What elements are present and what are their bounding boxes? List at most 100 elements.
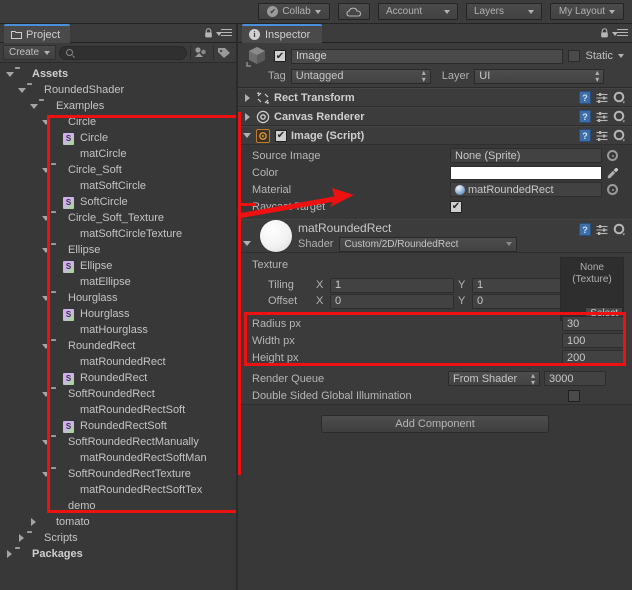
render-queue-value-field[interactable]: 3000 <box>544 371 606 386</box>
chevron-down-icon[interactable] <box>40 210 51 226</box>
chevron-down-icon[interactable] <box>242 235 252 251</box>
chevron-right-icon[interactable] <box>28 514 39 530</box>
layout-button[interactable]: My Layout <box>550 3 624 20</box>
gear-icon[interactable] <box>613 223 626 236</box>
tree-row[interactable]: matHourglass <box>0 322 236 338</box>
shader-param-field[interactable]: 200 <box>562 350 624 365</box>
tree-row[interactable]: Hourglass <box>0 290 236 306</box>
tree-row[interactable]: matRoundedRectSoftTex <box>0 482 236 498</box>
shader-param-field[interactable]: 100 <box>562 333 624 348</box>
tree-row[interactable]: Assets <box>0 66 236 82</box>
chevron-down-icon[interactable] <box>16 82 27 98</box>
tab-project[interactable]: Project <box>4 24 71 43</box>
account-button[interactable]: Account <box>378 3 458 20</box>
tree-row[interactable]: matRoundedRectSoft <box>0 402 236 418</box>
chevron-down-icon[interactable] <box>40 338 51 354</box>
layer-dropdown[interactable]: UI ▴ ▾ <box>474 68 605 84</box>
cloud-button[interactable] <box>338 3 370 20</box>
gameobject-name-field[interactable]: Image <box>291 48 564 64</box>
tree-row[interactable]: matRoundedRect <box>0 354 236 370</box>
tree-row[interactable]: S RoundedRectSoft <box>0 418 236 434</box>
tag-dropdown[interactable]: Untagged ▴ ▾ <box>290 68 431 84</box>
tree-row[interactable]: SoftRoundedRectManually <box>0 434 236 450</box>
tree-row[interactable]: matCircle <box>0 146 236 162</box>
tree-row[interactable]: RoundedRect <box>0 338 236 354</box>
chevron-down-icon[interactable] <box>40 114 51 130</box>
create-button[interactable]: Create <box>3 45 57 60</box>
tree-row[interactable]: demo <box>0 498 236 514</box>
chevron-down-icon[interactable] <box>4 66 15 82</box>
chevron-right-icon[interactable] <box>242 90 252 106</box>
search-input[interactable] <box>59 45 187 60</box>
render-queue-mode-dropdown[interactable]: From Shader ▴ ▾ <box>448 371 540 386</box>
help-icon[interactable]: ? <box>579 110 591 123</box>
material-field[interactable]: matRoundedRect <box>450 182 602 197</box>
raycast-target-checkbox[interactable]: ✔ <box>450 200 462 213</box>
tree-row[interactable]: Ellipse <box>0 242 236 258</box>
chevron-down-icon[interactable] <box>40 242 51 258</box>
help-icon[interactable]: ? <box>579 223 591 236</box>
inspector-menu-icon[interactable] <box>612 29 628 38</box>
tree-row[interactable]: Packages <box>0 546 236 562</box>
object-picker-icon[interactable] <box>607 184 618 195</box>
gear-icon[interactable] <box>613 110 626 123</box>
chevron-down-icon[interactable] <box>40 290 51 306</box>
tree-row[interactable]: SoftRoundedRect <box>0 386 236 402</box>
preset-icon[interactable] <box>596 92 608 104</box>
preset-icon[interactable] <box>596 224 608 236</box>
offset-x-field[interactable]: 0 <box>330 293 454 309</box>
chevron-right-icon[interactable] <box>4 546 15 562</box>
chevron-down-icon[interactable] <box>40 162 51 178</box>
preset-icon[interactable] <box>596 111 608 123</box>
chevron-right-icon[interactable] <box>242 109 252 125</box>
chevron-down-icon[interactable] <box>618 54 624 58</box>
tree-row[interactable]: Circle_Soft_Texture <box>0 210 236 226</box>
tree-row[interactable]: S Hourglass <box>0 306 236 322</box>
preset-icon[interactable] <box>596 130 608 142</box>
layers-button[interactable]: Layers <box>466 3 542 20</box>
image-enabled-checkbox[interactable]: ✔ <box>275 129 287 142</box>
color-swatch[interactable] <box>450 165 602 180</box>
tree-row[interactable]: S SoftCircle <box>0 194 236 210</box>
gear-icon[interactable] <box>613 91 626 104</box>
source-image-field[interactable]: None (Sprite) <box>450 148 602 163</box>
tree-row[interactable]: Examples <box>0 98 236 114</box>
texture-thumbnail[interactable]: None (Texture) Select <box>560 257 624 321</box>
collab-button[interactable]: ✔ Collab <box>258 3 330 20</box>
lock-icon[interactable] <box>204 28 213 38</box>
filter-by-label-icon[interactable] <box>213 45 233 60</box>
chevron-down-icon[interactable] <box>40 434 51 450</box>
panel-menu-icon[interactable] <box>216 29 232 38</box>
chevron-down-icon[interactable] <box>242 128 252 144</box>
tree-row[interactable]: S RoundedRect <box>0 370 236 386</box>
shader-dropdown[interactable]: Custom/2D/RoundedRect <box>339 236 518 252</box>
double-sided-gi-checkbox[interactable] <box>568 389 580 402</box>
help-icon[interactable]: ? <box>579 129 591 142</box>
chevron-right-icon[interactable] <box>16 530 27 546</box>
help-icon[interactable]: ? <box>579 91 591 104</box>
object-picker-icon[interactable] <box>607 150 618 161</box>
chevron-down-icon[interactable] <box>40 466 51 482</box>
lock-icon[interactable] <box>600 28 609 38</box>
project-asset-tree[interactable]: Assets RoundedShader Examples Circle S Circle… <box>0 63 236 562</box>
component-header-image-script[interactable]: ✔ Image (Script) ? <box>238 126 632 145</box>
tree-row[interactable]: matSoftCircle <box>0 178 236 194</box>
tree-row[interactable]: S Circle <box>0 130 236 146</box>
tree-row[interactable]: Circle_Soft <box>0 162 236 178</box>
tree-row[interactable]: Scripts <box>0 530 236 546</box>
component-header-canvas-renderer[interactable]: Canvas Renderer ? <box>238 107 632 126</box>
gameobject-enabled-checkbox[interactable]: ✔ <box>274 50 286 62</box>
eyedropper-icon[interactable] <box>606 166 620 180</box>
chevron-down-icon[interactable] <box>40 386 51 402</box>
gear-icon[interactable] <box>613 129 626 142</box>
tree-row[interactable]: RoundedShader <box>0 82 236 98</box>
component-header-rect-transform[interactable]: Rect Transform ? <box>238 88 632 107</box>
tab-inspector[interactable]: i Inspector <box>242 24 323 43</box>
tree-row[interactable]: S Ellipse <box>0 258 236 274</box>
tree-row[interactable]: matRoundedRectSoftMan <box>0 450 236 466</box>
static-checkbox[interactable] <box>568 50 581 62</box>
tree-row[interactable]: tomato <box>0 514 236 530</box>
tree-row[interactable]: matSoftCircleTexture <box>0 226 236 242</box>
tree-row[interactable]: Circle <box>0 114 236 130</box>
add-component-button[interactable]: Add Component <box>321 415 549 433</box>
